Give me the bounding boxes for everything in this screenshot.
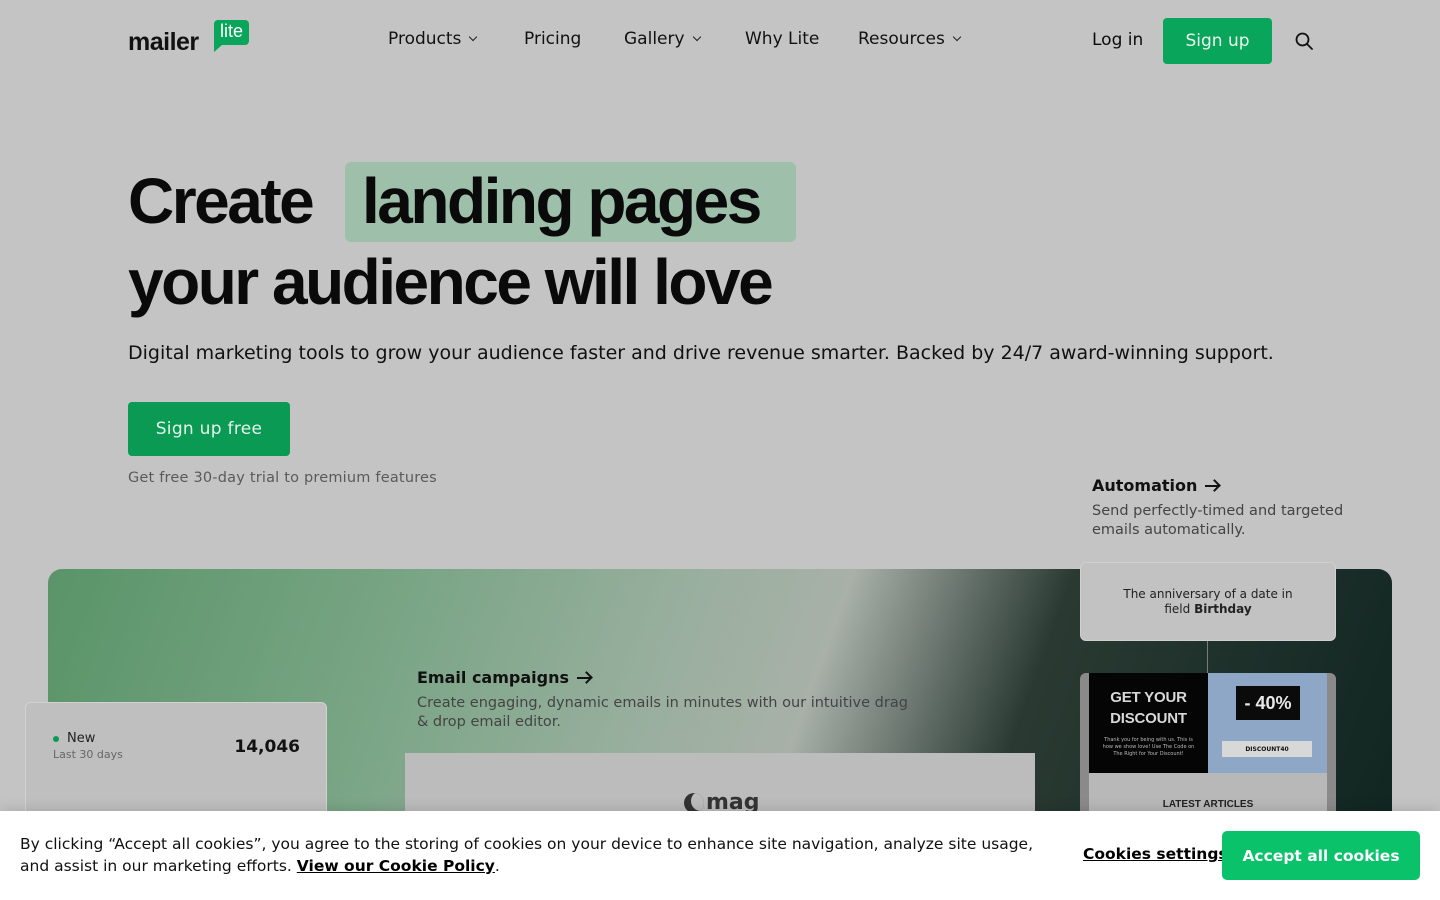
signup-free-button[interactable]: Sign up free	[128, 402, 290, 456]
chevron-down-icon	[469, 32, 478, 42]
automation-link[interactable]: Automation	[1092, 476, 1220, 495]
nav-resources-label: Resources	[858, 29, 945, 49]
nav-why-lite-label: Why Lite	[745, 29, 820, 49]
trigger-field-line: field Birthday	[1081, 602, 1335, 617]
chevron-down-icon	[692, 32, 701, 42]
nav-products[interactable]: Products	[388, 29, 478, 49]
logo-word: mailer	[128, 28, 199, 56]
accept-cookies-button[interactable]: Accept all cookies	[1222, 831, 1420, 880]
email-campaigns-link[interactable]: Email campaigns	[417, 668, 591, 687]
arrow-right-icon	[577, 676, 591, 679]
email-campaigns-desc-line2: & drop email editor.	[417, 714, 561, 730]
hero-subtitle: Digital marketing tools to grow your aud…	[128, 342, 1274, 364]
arrow-right-icon	[1205, 484, 1220, 487]
promo-headline-1: GET YOUR	[1110, 689, 1187, 706]
top-nav: mailer lite Products Pricing Gallery Why…	[0, 0, 1440, 82]
nav-gallery-label: Gallery	[624, 29, 685, 49]
cookie-text: By clicking “Accept all cookies”, you ag…	[20, 833, 1050, 877]
search-icon[interactable]	[1295, 32, 1313, 50]
promo-headline: GET YOUR DISCOUNT	[1089, 673, 1208, 729]
stat-sublabel: Last 30 days	[53, 748, 123, 761]
signup-button[interactable]: Sign up	[1163, 18, 1272, 64]
nav-why-lite[interactable]: Why Lite	[745, 29, 819, 49]
email-campaigns-desc-line1: Create engaging, dynamic emails in minut…	[417, 695, 908, 711]
cookie-banner: By clicking “Accept all cookies”, you ag…	[0, 811, 1440, 900]
promo-small-text: Thank you for being with us. This is how…	[1102, 737, 1195, 757]
hero-title-highlight: landing pages	[362, 165, 762, 237]
nav-products-label: Products	[388, 29, 462, 49]
workflow-connector	[1207, 641, 1208, 674]
email-campaigns-title: Email campaigns	[417, 668, 569, 687]
trigger-field: Birthday	[1194, 602, 1252, 616]
cookie-period: .	[494, 857, 500, 875]
logo-badge: lite	[214, 20, 250, 52]
stat-label: New	[67, 731, 96, 746]
promo-email-preview: GET YOUR DISCOUNT Thank you for being wi…	[1080, 673, 1336, 823]
nav-pricing[interactable]: Pricing	[524, 29, 581, 49]
automation-trigger-card: The anniversary of a date in field Birth…	[1080, 562, 1336, 641]
promo-percent: - 40%	[1236, 686, 1300, 720]
status-dot	[53, 736, 59, 742]
hero-title-line2: your audience will love	[128, 246, 774, 318]
nav-pricing-label: Pricing	[524, 29, 582, 49]
chevron-down-icon	[952, 32, 962, 42]
automation-desc-line1: Send perfectly-timed and targeted	[1092, 503, 1344, 519]
mailerlite-logo[interactable]: mailer lite	[128, 20, 258, 56]
cookie-settings-link[interactable]: Cookies settings	[1083, 845, 1228, 863]
hero-title-start: Create	[128, 165, 315, 237]
nav-resources[interactable]: Resources	[858, 29, 962, 49]
cookie-message: By clicking “Accept all cookies”, you ag…	[20, 835, 1034, 875]
moon-icon	[684, 792, 704, 813]
login-link[interactable]: Log in	[1092, 30, 1143, 50]
promo-headline-2: DISCOUNT	[1110, 710, 1187, 727]
promo-code: DISCOUNT40	[1222, 741, 1312, 757]
promo-headline-panel: GET YOUR DISCOUNT Thank you for being wi…	[1089, 673, 1208, 773]
trigger-text: The anniversary of a date in	[1123, 587, 1293, 601]
automation-desc-line2: emails automatically.	[1092, 522, 1246, 538]
promo-discount-panel: - 40% DISCOUNT40	[1208, 673, 1327, 773]
trial-note: Get free 30-day trial to premium feature…	[128, 470, 437, 486]
cookie-policy-link[interactable]: View our Cookie Policy	[297, 857, 495, 875]
automation-desc: Send perfectly-timed and targeted emails…	[1092, 502, 1343, 540]
stat-value: 14,046	[234, 737, 300, 757]
nav-gallery[interactable]: Gallery	[624, 29, 701, 49]
trigger-field-prefix: field	[1164, 602, 1191, 616]
automation-title: Automation	[1092, 476, 1198, 495]
email-campaigns-desc: Create engaging, dynamic emails in minut…	[417, 694, 908, 732]
